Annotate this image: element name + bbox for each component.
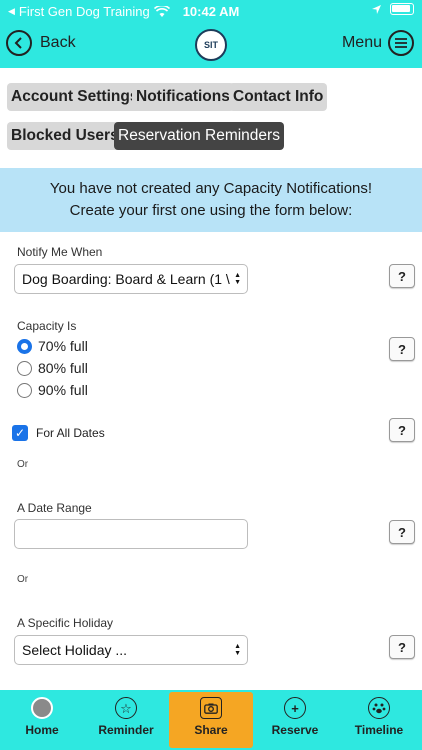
bottom-tab-label: Home xyxy=(25,723,59,737)
back-arrow-icon xyxy=(6,30,32,56)
empty-state-banner: You have not created any Capacity Notifi… xyxy=(0,168,422,232)
camera-icon xyxy=(200,697,222,719)
logo-text: SIT xyxy=(203,40,218,50)
notify-label: Notify Me When xyxy=(17,245,103,259)
service-select[interactable]: Dog Boarding: Board & Learn (1 \ ▲ ▼ xyxy=(14,264,248,294)
banner-line-1: You have not created any Capacity Notifi… xyxy=(49,180,373,197)
radio-unselected-icon[interactable] xyxy=(17,360,32,376)
battery-icon xyxy=(390,3,414,15)
bottom-tab-share[interactable]: Share xyxy=(169,692,253,748)
help-button-notify[interactable]: ? xyxy=(389,264,415,288)
all-dates-checkbox-row[interactable]: ✓ For All Dates xyxy=(12,425,105,441)
tab-notifications[interactable]: Notifications xyxy=(132,83,234,111)
capacity-option-label: 90% full xyxy=(38,382,88,398)
radio-selected-icon[interactable] xyxy=(17,338,32,354)
checkmark-icon[interactable]: ✓ xyxy=(12,425,28,441)
paw-icon xyxy=(368,697,390,719)
bottom-tab-bar: Home ☆ Reminder Share + Reserve Timeline xyxy=(0,690,422,750)
status-bar: ◀ First Gen Dog Training 10:42 AM xyxy=(0,0,422,22)
back-label: Back xyxy=(40,34,76,51)
location-icon xyxy=(372,4,381,14)
help-button-all-dates[interactable]: ? xyxy=(389,418,415,442)
bottom-tab-label: Share xyxy=(194,723,228,737)
date-range-input[interactable] xyxy=(14,519,248,549)
bottom-tab-timeline[interactable]: Timeline xyxy=(337,690,421,750)
app-logo: SIT xyxy=(195,29,227,61)
capacity-option-90[interactable]: 90% full xyxy=(17,382,88,398)
holiday-select[interactable]: Select Holiday ... ▲ ▼ xyxy=(14,635,248,665)
select-arrows-icon: ▲ ▼ xyxy=(234,643,241,657)
service-select-value: Dog Boarding: Board & Learn (1 \ xyxy=(22,271,230,287)
or-divider: Or xyxy=(17,459,29,470)
all-dates-label: For All Dates xyxy=(36,426,105,440)
tab-contact-info[interactable]: Contact Info xyxy=(229,83,328,111)
capacity-option-80[interactable]: 80% full xyxy=(17,360,88,376)
radio-unselected-icon[interactable] xyxy=(17,382,32,398)
holiday-select-value: Select Holiday ... xyxy=(22,642,128,658)
nav-bar: Back SIT Menu xyxy=(0,22,422,68)
avatar-icon xyxy=(31,697,53,719)
help-button-capacity[interactable]: ? xyxy=(389,337,415,361)
hamburger-icon xyxy=(388,30,414,56)
capacity-label: Capacity Is xyxy=(17,319,77,333)
star-icon: ☆ xyxy=(115,697,137,719)
capacity-option-label: 80% full xyxy=(38,360,88,376)
capacity-option-70[interactable]: 70% full xyxy=(17,338,88,354)
banner-line-2: Create your first one using the form bel… xyxy=(69,202,353,219)
status-right xyxy=(371,3,414,15)
help-button-date-range[interactable]: ? xyxy=(389,520,415,544)
menu-button[interactable]: Menu xyxy=(342,30,414,56)
or-divider: Or xyxy=(17,574,29,585)
bottom-tab-reserve[interactable]: + Reserve xyxy=(253,690,337,750)
capacity-option-label: 70% full xyxy=(38,338,88,354)
bottom-tab-label: Timeline xyxy=(354,723,404,737)
tab-account-settings[interactable]: Account Settings xyxy=(7,83,143,111)
menu-label: Menu xyxy=(341,34,382,51)
tab-blocked-users[interactable]: Blocked Users xyxy=(7,122,123,150)
holiday-label: A Specific Holiday xyxy=(17,616,114,630)
tab-reservation-reminders[interactable]: Reservation Reminders xyxy=(114,122,284,150)
date-range-label: A Date Range xyxy=(17,501,92,515)
bottom-tab-label: Reminder xyxy=(98,723,154,737)
bottom-tab-home[interactable]: Home xyxy=(0,690,84,750)
status-time: 10:42 AM xyxy=(182,4,240,19)
plus-icon: + xyxy=(284,697,306,719)
bottom-tab-label: Reserve xyxy=(271,723,319,737)
help-button-holiday[interactable]: ? xyxy=(389,635,415,659)
bottom-tab-reminder[interactable]: ☆ Reminder xyxy=(84,690,168,750)
back-button[interactable]: Back xyxy=(6,30,76,56)
select-arrows-icon: ▲ ▼ xyxy=(234,272,241,286)
